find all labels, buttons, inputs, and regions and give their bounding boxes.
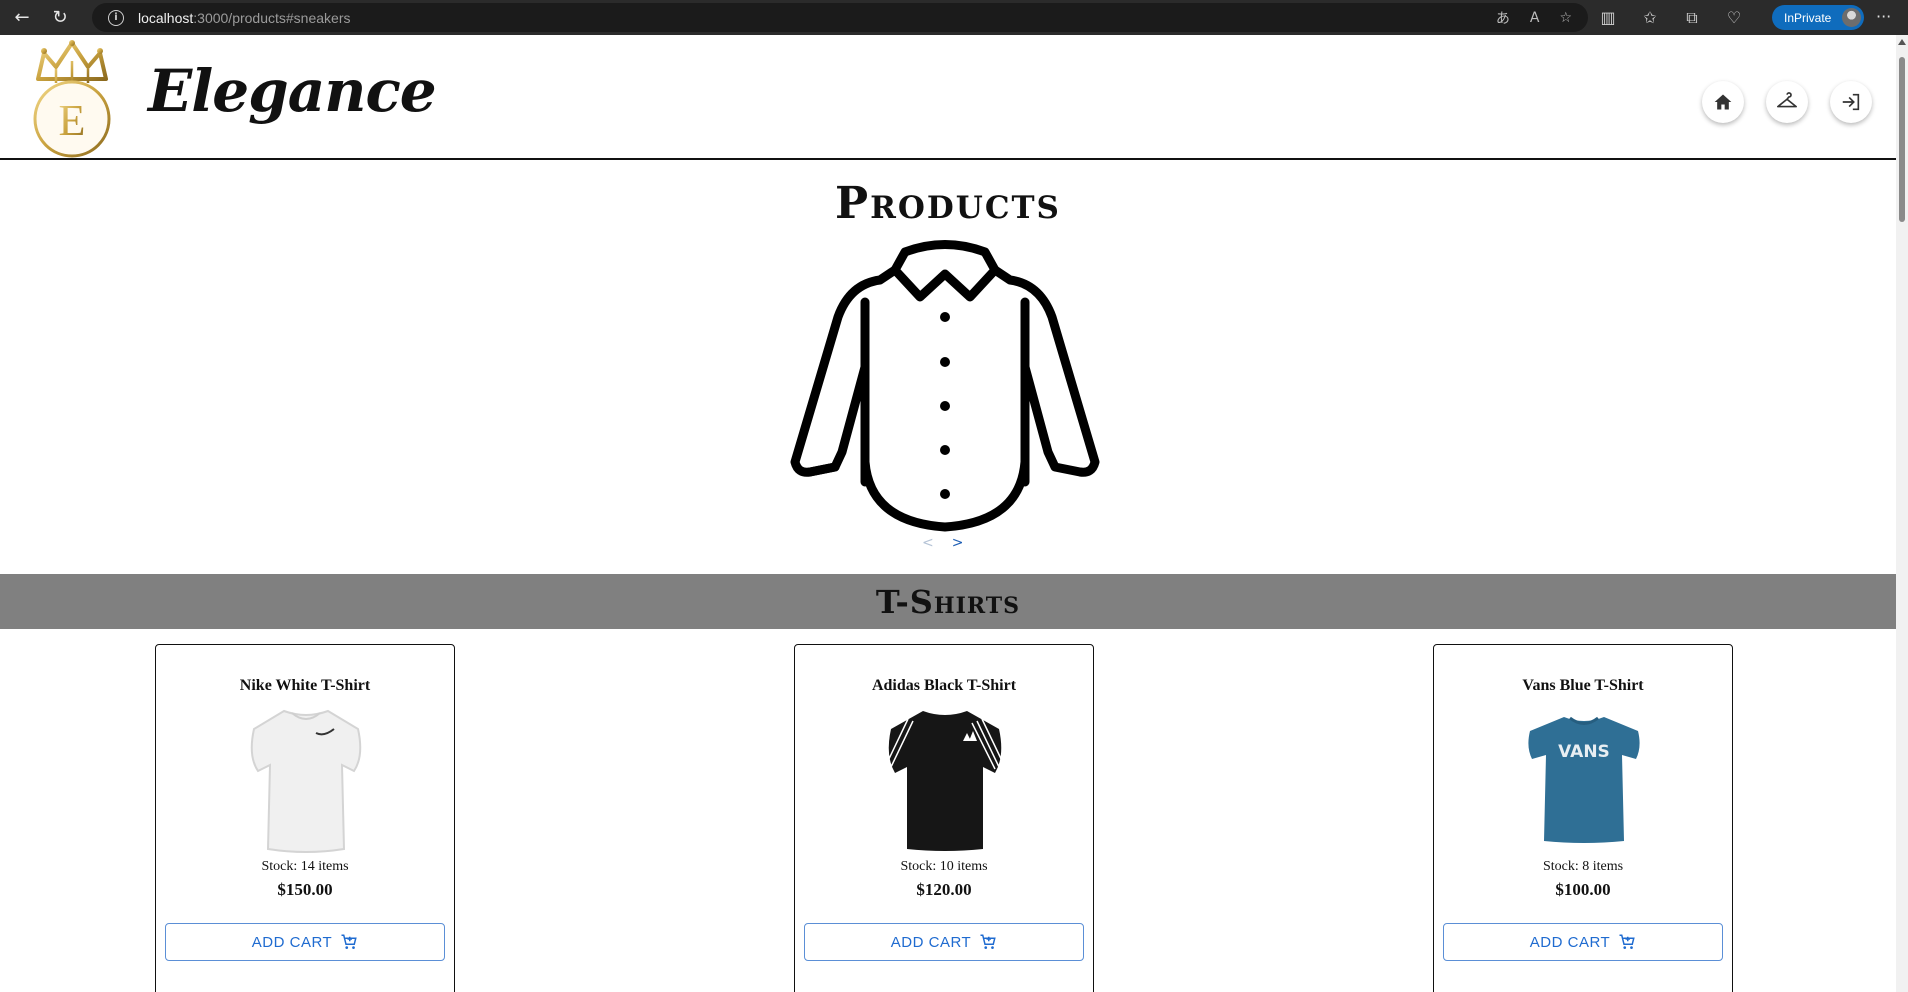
product-price: $120.00 [916, 880, 972, 899]
read-aloud-icon[interactable]: A [1530, 10, 1540, 26]
product-card: Nike White T-Shirt Stock: 14 items $150.… [155, 644, 455, 992]
address-bar[interactable]: i localhost:3000/products#sneakers あ A ☆ [92, 3, 1588, 32]
product-card: Adidas Black T-Shirt Stock: 10 items $12… [794, 644, 1094, 992]
carousel-next-button[interactable]: > [952, 535, 964, 551]
info-icon[interactable]: i [108, 9, 124, 26]
add-cart-button[interactable]: ADD CART [1443, 923, 1723, 961]
product-stock: Stock: 14 items [261, 859, 349, 874]
brand-name[interactable]: Elegance [148, 57, 437, 125]
url-host: localhost [138, 9, 194, 26]
product-price: $100.00 [1555, 880, 1611, 899]
add-cart-button[interactable]: ADD CART [804, 923, 1084, 961]
hanger-icon [1777, 92, 1797, 108]
page-scrollbar[interactable] [1896, 35, 1908, 992]
browser-toolbar: ← ↻ i localhost:3000/products#sneakers あ… [0, 0, 1908, 35]
browser-essentials-icon[interactable]: ♡ [1724, 8, 1744, 27]
product-name: Adidas Black T-Shirt [871, 677, 1017, 694]
products-button[interactable] [1766, 81, 1808, 123]
scroll-thumb[interactable] [1899, 57, 1905, 222]
back-arrow-icon[interactable]: ← [6, 2, 38, 34]
refresh-icon[interactable]: ↻ [44, 2, 76, 34]
section-header: T-Shirts [0, 574, 1896, 629]
product-stock: Stock: 8 items [1542, 859, 1624, 874]
product-image[interactable] [885, 701, 1005, 855]
product-name: Vans Blue T-Shirt [1522, 677, 1644, 694]
home-button[interactable] [1702, 81, 1744, 123]
inprivate-label: InPrivate [1784, 10, 1832, 25]
page-viewport: E Elegance Products < > T-Shirts Nike Wh… [0, 35, 1908, 992]
split-screen-icon[interactable]: ▥ [1598, 8, 1618, 27]
carousel-arrows: < > [922, 535, 963, 551]
add-cart-label: ADD CART [890, 933, 972, 951]
product-image[interactable]: VANS [1524, 701, 1644, 855]
section-title: T-Shirts [875, 582, 1021, 621]
product-name: Nike White T-Shirt [239, 677, 371, 694]
add-shopping-cart-icon [1619, 934, 1635, 949]
site-header: E Elegance [0, 35, 1896, 160]
add-shopping-cart-icon [341, 934, 357, 949]
product-image[interactable] [246, 701, 366, 855]
add-cart-label: ADD CART [1529, 933, 1611, 951]
add-cart-label: ADD CART [251, 933, 333, 951]
login-button[interactable] [1830, 81, 1872, 123]
url-path: :3000/products#sneakers [193, 9, 351, 26]
home-icon [1714, 94, 1732, 110]
shirt-illustration [790, 240, 1100, 532]
header-nav [1702, 81, 1872, 123]
add-shopping-cart-icon [980, 934, 996, 949]
favorites-icon[interactable]: ✩ [1640, 8, 1660, 27]
translate-icon[interactable]: あ [1496, 8, 1510, 28]
inprivate-badge[interactable]: InPrivate [1772, 5, 1864, 30]
logo-crown-emblem[interactable]: E [30, 39, 114, 159]
carousel-prev-button[interactable]: < [922, 535, 934, 551]
product-card: Vans Blue T-Shirt VANS Stock: 8 items $1… [1433, 644, 1733, 992]
profile-avatar [1842, 8, 1861, 27]
scroll-up-arrow-icon[interactable] [1898, 39, 1906, 45]
product-stock: Stock: 10 items [900, 859, 988, 874]
logo-letter: E [59, 96, 86, 145]
login-icon [1842, 93, 1860, 111]
more-menu-icon[interactable]: ··· [1876, 0, 1891, 35]
favorite-star-icon[interactable]: ☆ [1559, 10, 1572, 26]
collections-icon[interactable]: ⧉ [1682, 8, 1702, 28]
add-cart-button[interactable]: ADD CART [165, 923, 445, 961]
vans-logo-text: VANS [1558, 742, 1610, 762]
product-price: $150.00 [277, 880, 333, 899]
